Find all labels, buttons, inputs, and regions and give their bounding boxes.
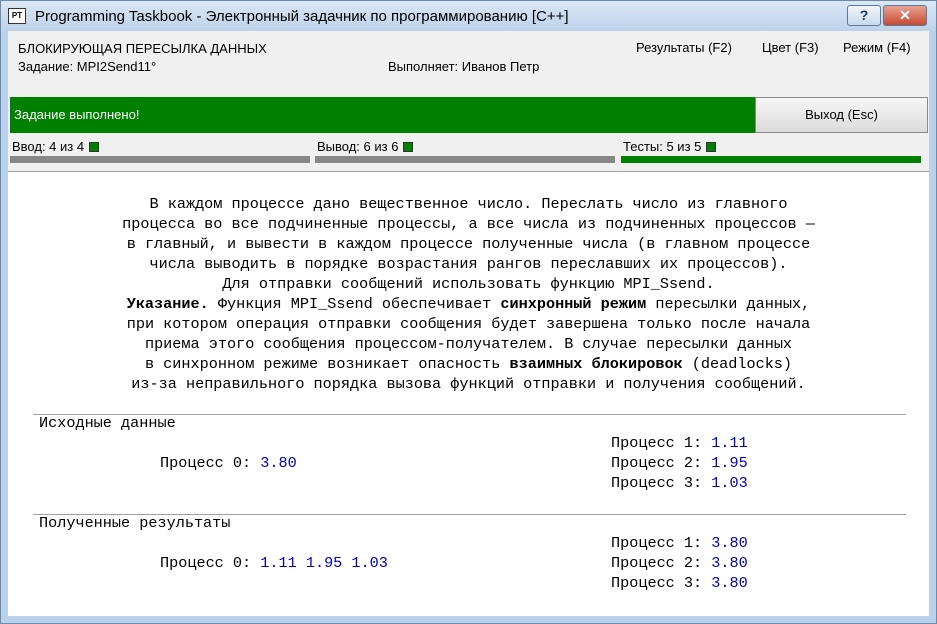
window-title: Programming Taskbook - Электронный задач…	[35, 8, 569, 25]
tests-progress-label: Тесты: 5 из 5	[623, 139, 702, 154]
status-message: Задание выполнено!	[10, 97, 755, 133]
hint-label: Указание.	[126, 295, 209, 313]
input-ok-indicator-icon	[89, 142, 100, 152]
input-progress-label: Ввод: 4 из 4	[12, 139, 85, 154]
input-process-3: Процесс 3: 1.03	[611, 474, 748, 492]
task-content-panel: В каждом процессе дано вещественное числ…	[8, 171, 929, 616]
mode-menu-item[interactable]: Режим (F4)	[843, 40, 911, 55]
hint-line: приема этого сообщения процессом-получат…	[144, 335, 793, 353]
hint-emphasis: взаимных блокировок	[509, 355, 683, 373]
output-process-3: Процесс 3: 3.80	[611, 574, 748, 592]
task-name: Задание: MPI2Send11°	[18, 59, 157, 74]
input-progress: Ввод: 4 из 4	[8, 139, 311, 166]
task-group-title: БЛОКИРУЮЩАЯ ПЕРЕСЫЛКА ДАННЫХ	[18, 41, 267, 56]
input-process-2: Процесс 2: 1.95	[611, 454, 748, 472]
results-menu-item[interactable]: Результаты (F2)	[636, 40, 732, 55]
app-icon: PT	[8, 8, 26, 24]
hint-line: при котором операция отправки сообщения …	[126, 315, 811, 333]
tests-progress-fill	[621, 156, 921, 163]
output-process-0: Процесс 0: 1.11 1.95 1.03	[160, 554, 388, 572]
description-line: процесса во все подчиненные процессы, а …	[122, 215, 815, 233]
output-progress: Вывод: 6 из 6	[313, 139, 616, 166]
hint-line: Указание. Функция MPI_Ssend обеспечивает…	[126, 295, 811, 313]
color-menu-item[interactable]: Цвет (F3)	[762, 40, 819, 55]
output-process-1: Процесс 1: 3.80	[611, 534, 748, 552]
output-process-2: Процесс 2: 3.80	[611, 554, 748, 572]
output-progress-label: Вывод: 6 из 6	[317, 139, 399, 154]
description-line: в главный, и вывести в каждом процессе п…	[126, 235, 811, 253]
output-progress-bar	[315, 156, 615, 163]
task-description: В каждом процессе дано вещественное числ…	[8, 194, 929, 394]
input-data-heading: Исходные данные	[39, 414, 176, 432]
tests-progress-bar	[621, 156, 921, 163]
close-button[interactable]: ✕	[883, 5, 927, 26]
description-line: Для отправки сообщений использовать функ…	[222, 275, 715, 293]
tests-ok-indicator-icon	[706, 142, 717, 152]
input-process-0: Процесс 0: 3.80	[160, 454, 297, 472]
input-progress-bar	[10, 156, 310, 163]
help-button[interactable]: ?	[847, 5, 881, 26]
title-bar[interactable]: PT Programming Taskbook - Электронный за…	[1, 1, 936, 31]
output-ok-indicator-icon	[403, 142, 414, 152]
student-name: Выполняет: Иванов Петр	[388, 59, 540, 74]
hint-line: в синхронном режиме возникает опасность …	[144, 355, 793, 373]
hint-emphasis: синхронный режим	[500, 295, 647, 313]
hint-line: из-за неправильного порядка вызова функц…	[131, 375, 806, 393]
description-line: числа выводить в порядке возрастания ран…	[149, 255, 788, 273]
description-line: В каждом процессе дано вещественное числ…	[149, 195, 788, 213]
tests-progress: Тесты: 5 из 5	[619, 139, 922, 166]
output-data-heading: Полученные результаты	[39, 514, 231, 532]
input-process-1: Процесс 1: 1.11	[611, 434, 748, 452]
exit-button[interactable]: Выход (Esc)	[755, 97, 928, 133]
